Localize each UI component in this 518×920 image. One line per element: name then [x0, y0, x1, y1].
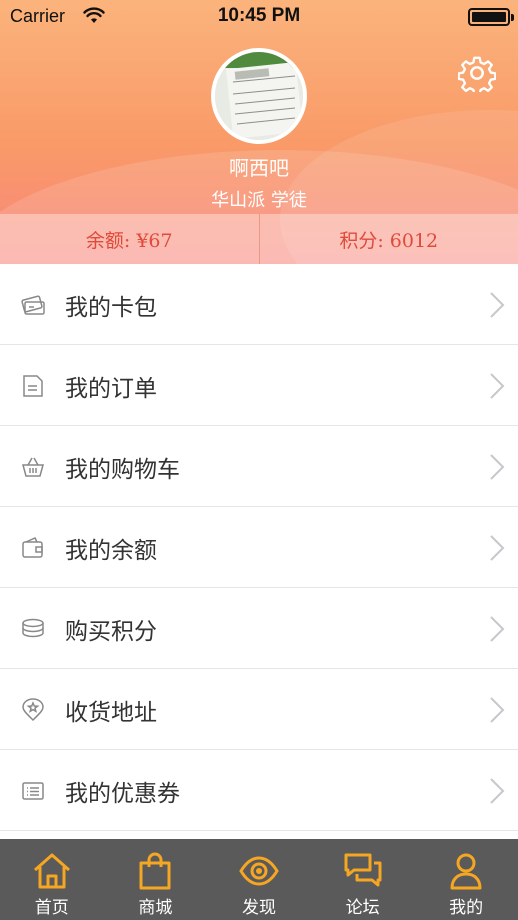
menu-item-shopping-cart[interactable]: 我的购物车	[0, 426, 518, 507]
points-stat[interactable]: 积分: 6012	[258, 214, 518, 264]
coupon-icon	[22, 782, 44, 800]
balance-stat[interactable]: 余额: ¥67	[0, 214, 259, 264]
avatar[interactable]	[211, 48, 307, 144]
menu-label-card-wallet: 我的卡包	[65, 295, 157, 321]
menu-item-buy-points[interactable]: 购买积分	[0, 588, 518, 669]
menu-label-orders: 我的订单	[65, 376, 157, 402]
battery-icon	[468, 8, 514, 26]
location-pin-icon	[22, 698, 44, 722]
tab-label-mall: 商城	[138, 898, 173, 918]
menu-label-balance: 我的余额	[65, 538, 157, 564]
tab-forum[interactable]: 论坛	[311, 839, 415, 920]
status-bar: Carrier 10:45 PM	[0, 0, 518, 34]
card-wallet-icon	[21, 295, 45, 315]
tab-label-discover: 发现	[241, 898, 276, 918]
wallet-icon	[22, 537, 43, 558]
username: 啊西吧	[229, 156, 289, 180]
order-document-icon	[23, 375, 43, 397]
tab-label-home: 首页	[34, 898, 69, 918]
profile-header: Carrier 10:45 PM 啊西吧 华山派 学徒 余额: ¥67 积分: …	[0, 0, 518, 264]
chevron-right-icon	[490, 778, 505, 804]
status-time: 10:45 PM	[217, 5, 301, 26]
chevron-right-icon	[490, 616, 505, 642]
tab-mall[interactable]: 商城	[104, 839, 208, 920]
shopping-basket-icon	[22, 457, 44, 477]
menu-item-shipping-address[interactable]: 收货地址	[0, 669, 518, 750]
chevron-right-icon	[490, 454, 505, 480]
menu-item-balance[interactable]: 我的余额	[0, 507, 518, 588]
chevron-right-icon	[490, 373, 505, 399]
user-icon	[450, 853, 482, 890]
stats-bar: 余额: ¥67 积分: 6012	[0, 214, 518, 264]
settings-gear-icon[interactable]	[458, 54, 496, 92]
chevron-right-icon	[490, 535, 505, 561]
chevron-right-icon	[490, 697, 505, 723]
tab-home[interactable]: 首页	[0, 839, 104, 920]
profile-menu: 我的卡包 我的订单 我的购物车 我的余额 购买积分 收货地址 我的优惠券	[0, 264, 518, 831]
menu-label-shipping-address: 收货地址	[65, 700, 157, 726]
tab-discover[interactable]: 发现	[207, 839, 311, 920]
avatar-photo	[215, 52, 303, 140]
tab-label-mine: 我的	[449, 898, 484, 918]
coin-stack-icon	[22, 618, 44, 638]
user-rank: 华山派 学徒	[211, 190, 307, 211]
menu-label-coupons: 我的优惠券	[65, 781, 180, 807]
menu-item-coupons[interactable]: 我的优惠券	[0, 750, 518, 831]
chevron-right-icon	[490, 292, 505, 318]
chat-bubbles-icon	[344, 853, 382, 887]
tab-label-forum: 论坛	[345, 898, 380, 918]
menu-item-orders[interactable]: 我的订单	[0, 345, 518, 426]
menu-label-shopping-cart: 我的购物车	[65, 457, 180, 483]
menu-item-card-wallet[interactable]: 我的卡包	[0, 264, 518, 345]
tab-bar: 首页 商城 发现 论坛 我的	[0, 839, 518, 920]
menu-label-buy-points: 购买积分	[65, 619, 157, 645]
home-icon	[33, 853, 70, 889]
shopping-bag-icon	[139, 852, 171, 890]
tab-mine[interactable]: 我的	[414, 839, 518, 920]
eye-icon	[239, 856, 279, 886]
